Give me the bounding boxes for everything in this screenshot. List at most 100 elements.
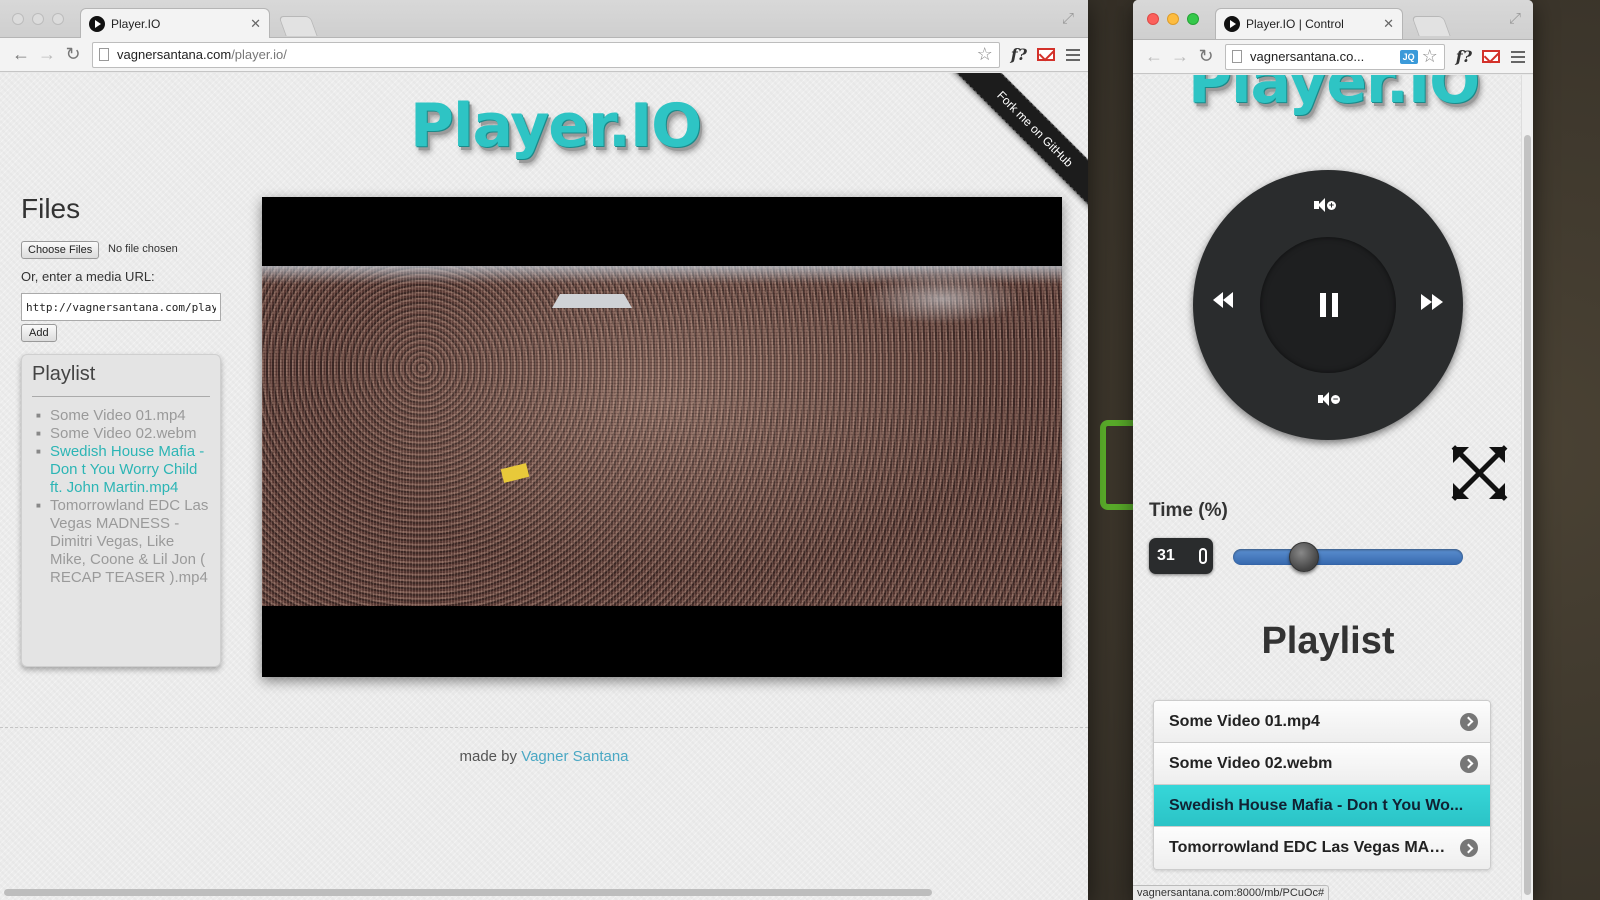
- file-status: No file chosen: [108, 243, 178, 255]
- tab-title: Player.IO | Control: [1246, 17, 1344, 31]
- forward-arrow-icon[interactable]: →: [1167, 46, 1193, 67]
- slider-handle[interactable]: [1289, 542, 1320, 572]
- forward-arrow-icon[interactable]: →: [34, 44, 60, 65]
- status-bar-url: vagnersantana.com:8000/mb/PCuOc#: [1133, 885, 1330, 900]
- jquery-extension-icon[interactable]: JQ: [1399, 49, 1418, 64]
- formula-extension-icon[interactable]: f?: [1456, 47, 1472, 66]
- video-frame-crowd: [262, 266, 1062, 606]
- fullscreen-icon[interactable]: ⤢: [1509, 10, 1521, 27]
- gmail-icon[interactable]: [1482, 50, 1500, 63]
- choose-files-button[interactable]: Choose Files: [21, 241, 100, 259]
- list-item-label: Swedish House Mafia - Don t You Wo...: [1169, 796, 1464, 814]
- time-value[interactable]: 31: [1157, 547, 1175, 565]
- tab-strip: Player.IO | Control ✕ ⤢: [1133, 0, 1533, 40]
- playlist-item[interactable]: Tomorrowland EDC Las Vegas MADNESS - Dim…: [36, 497, 210, 587]
- chevron-right-icon: [1460, 754, 1478, 773]
- playlist-list: Some Video 01.mp4 Some Video 02.webm Swe…: [32, 407, 210, 587]
- minimize-window-button[interactable]: [32, 13, 44, 25]
- playlist-heading: Playlist: [32, 363, 210, 397]
- list-item-label: Some Video 02.webm: [1169, 754, 1333, 772]
- list-item-label: Some Video 01.mp4: [1169, 712, 1320, 730]
- play-icon: [1224, 16, 1240, 32]
- url-host: vagnersantana.com: [117, 47, 232, 62]
- reload-icon[interactable]: ↻: [1193, 46, 1219, 67]
- playlist-item[interactable]: Some Video 02.webm: [36, 425, 210, 443]
- minimize-window-button[interactable]: [1167, 13, 1179, 25]
- expand-icon[interactable]: [1451, 445, 1508, 501]
- volume-up-icon[interactable]: +: [1314, 198, 1336, 212]
- playlist-heading: Playlist: [1261, 620, 1395, 662]
- tab-player[interactable]: Player.IO ✕: [80, 8, 270, 39]
- tab-title: Player.IO: [111, 17, 161, 31]
- star-icon[interactable]: ☆: [977, 44, 993, 65]
- close-window-button[interactable]: [1147, 13, 1159, 25]
- site-logo: Player.IO: [410, 91, 702, 161]
- close-icon[interactable]: ✕: [1383, 16, 1394, 32]
- tab-control[interactable]: Player.IO | Control ✕: [1215, 8, 1403, 39]
- scrollbar-thumb[interactable]: [1524, 135, 1531, 895]
- play-icon: [89, 16, 105, 32]
- close-window-button[interactable]: [12, 13, 24, 25]
- list-item[interactable]: Some Video 02.webm: [1154, 743, 1490, 785]
- address-bar[interactable]: vagnersantana.co... JQ ☆: [1225, 43, 1445, 70]
- zoom-window-button[interactable]: [52, 13, 64, 25]
- page-viewport: Player.IO Fork me on GitHub Files Choose…: [0, 73, 1088, 900]
- menu-icon[interactable]: [1066, 48, 1080, 61]
- author-link[interactable]: Vagner Santana: [521, 748, 628, 765]
- volume-down-icon[interactable]: −: [1318, 392, 1340, 406]
- site-logo: Player.IO: [1188, 75, 1480, 117]
- menu-icon[interactable]: [1511, 50, 1525, 63]
- mobile-playlist: Some Video 01.mp4 Some Video 02.webm Swe…: [1153, 700, 1491, 870]
- vertical-scrollbar[interactable]: [1521, 75, 1533, 900]
- horizontal-scrollbar[interactable]: [4, 889, 932, 896]
- play-pause-button[interactable]: [1260, 237, 1396, 373]
- page-icon: [99, 48, 109, 61]
- remote-control-dial: + −: [1193, 170, 1463, 440]
- list-item-active[interactable]: Swedish House Mafia - Don t You Wo...: [1154, 785, 1490, 827]
- playlist-item-active[interactable]: Swedish House Mafia - Don t You Worry Ch…: [36, 443, 210, 497]
- browser-toolbar: ← → ↻ vagnersantana.com /player.io/ ☆ f?: [0, 38, 1088, 72]
- url-path: /player.io/: [231, 47, 287, 62]
- window-controls[interactable]: [12, 13, 64, 25]
- browser-window-control: Player.IO | Control ✕ ⤢ ← → ↻ vagnersant…: [1133, 0, 1533, 900]
- github-ribbon-label[interactable]: Fork me on GitHub: [949, 73, 1088, 215]
- new-tab-button[interactable]: [1411, 16, 1451, 36]
- window-controls[interactable]: [1147, 13, 1199, 25]
- page-viewport: Player.IO + − Time (%) 31 Playlist Some …: [1133, 75, 1533, 900]
- playlist-item[interactable]: Some Video 01.mp4: [36, 407, 210, 425]
- media-url-input[interactable]: [21, 293, 221, 321]
- footer-divider: [0, 727, 1088, 728]
- gmail-icon[interactable]: [1037, 48, 1055, 61]
- url-host: vagnersantana.co...: [1250, 49, 1365, 64]
- add-button[interactable]: Add: [21, 324, 57, 342]
- tab-strip: Player.IO ✕ ⤢: [0, 0, 1088, 39]
- time-stepper[interactable]: 31: [1149, 538, 1213, 574]
- new-tab-button[interactable]: [278, 16, 318, 36]
- time-label: Time (%): [1149, 500, 1228, 521]
- rewind-icon[interactable]: [1213, 292, 1233, 308]
- fullscreen-icon[interactable]: ⤢: [1062, 10, 1074, 27]
- playlist-panel: Playlist Some Video 01.mp4 Some Video 02…: [21, 354, 221, 667]
- chevron-right-icon: [1460, 712, 1478, 731]
- media-url-label: Or, enter a media URL:: [21, 269, 155, 284]
- reload-icon[interactable]: ↻: [60, 44, 86, 65]
- fast-forward-icon[interactable]: [1421, 294, 1443, 310]
- zoom-window-button[interactable]: [1187, 13, 1199, 25]
- footer-credit: made by Vagner Santana: [0, 748, 1088, 765]
- pause-icon: [1317, 292, 1341, 318]
- star-icon[interactable]: ☆: [1422, 46, 1438, 67]
- back-arrow-icon[interactable]: ←: [8, 44, 34, 65]
- chevron-right-icon: [1460, 839, 1478, 857]
- list-item[interactable]: Some Video 01.mp4: [1154, 701, 1490, 743]
- time-slider[interactable]: [1233, 542, 1463, 572]
- browser-toolbar: ← → ↻ vagnersantana.co... JQ ☆ f?: [1133, 40, 1533, 74]
- stepper-arrows-icon[interactable]: [1199, 548, 1207, 564]
- back-arrow-icon[interactable]: ←: [1141, 46, 1167, 67]
- address-bar[interactable]: vagnersantana.com /player.io/ ☆: [92, 41, 1000, 68]
- list-item[interactable]: Tomorrowland EDC Las Vegas MAD...: [1154, 827, 1490, 869]
- video-player[interactable]: [262, 197, 1062, 677]
- footer-text: made by: [459, 748, 518, 765]
- close-icon[interactable]: ✕: [250, 16, 261, 32]
- files-heading: Files: [21, 193, 81, 224]
- formula-extension-icon[interactable]: f?: [1011, 45, 1027, 64]
